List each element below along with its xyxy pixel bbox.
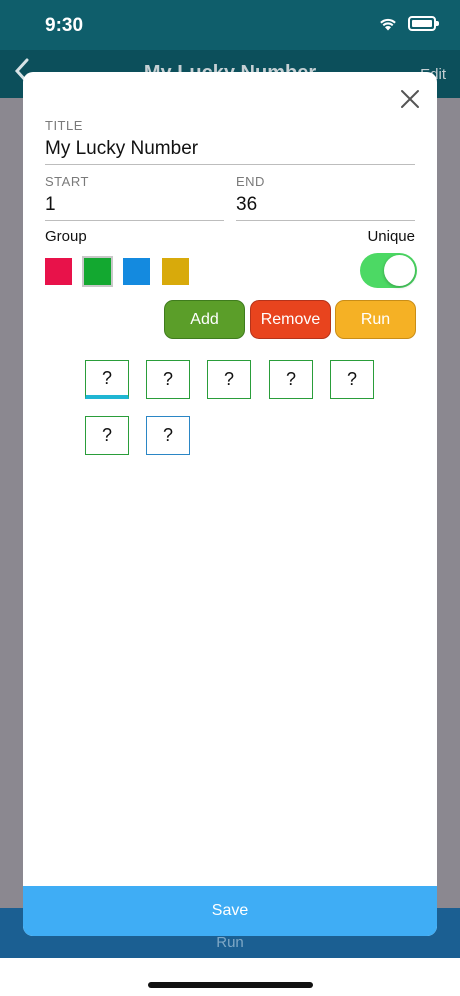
unique-label: Unique xyxy=(367,228,415,245)
group-swatch-green[interactable] xyxy=(84,258,111,285)
group-label: Group xyxy=(45,228,87,245)
number-slot-2[interactable]: ? xyxy=(146,360,190,399)
group-swatch-yellow[interactable] xyxy=(162,258,189,285)
start-input[interactable]: 1 xyxy=(45,194,56,216)
title-label: TITLE xyxy=(45,118,83,133)
end-underline xyxy=(236,220,415,221)
add-button[interactable]: Add xyxy=(164,300,245,339)
end-label: END xyxy=(236,174,265,189)
status-time: 9:30 xyxy=(45,15,84,36)
number-slot-4[interactable]: ? xyxy=(269,360,313,399)
close-icon[interactable] xyxy=(397,86,423,112)
start-label: START xyxy=(45,174,89,189)
run-button[interactable]: Run xyxy=(335,300,416,339)
number-slot-3[interactable]: ? xyxy=(207,360,251,399)
title-input[interactable]: My Lucky Number xyxy=(45,138,198,160)
number-slot-6[interactable]: ? xyxy=(85,416,129,455)
battery-icon xyxy=(408,16,439,31)
bottom-run-button[interactable]: Run xyxy=(0,934,460,951)
number-slot-5[interactable]: ? xyxy=(330,360,374,399)
group-swatch-blue[interactable] xyxy=(123,258,150,285)
home-area xyxy=(0,958,460,996)
number-slot-1[interactable]: ? xyxy=(85,360,129,399)
status-bar: 9:30 xyxy=(0,0,460,50)
home-indicator xyxy=(148,982,313,988)
start-underline xyxy=(45,220,224,221)
number-slot-7[interactable]: ? xyxy=(146,416,190,455)
edit-modal: TITLE My Lucky Number START 1 END 36 Gro… xyxy=(23,72,437,936)
unique-toggle[interactable] xyxy=(360,253,417,288)
unique-toggle-knob xyxy=(384,255,415,286)
wifi-icon xyxy=(380,18,396,31)
status-icons xyxy=(378,16,439,31)
title-underline xyxy=(45,164,415,165)
remove-button[interactable]: Remove xyxy=(250,300,331,339)
save-button[interactable]: Save xyxy=(23,886,437,936)
end-input[interactable]: 36 xyxy=(236,194,257,216)
group-swatch-red[interactable] xyxy=(45,258,72,285)
